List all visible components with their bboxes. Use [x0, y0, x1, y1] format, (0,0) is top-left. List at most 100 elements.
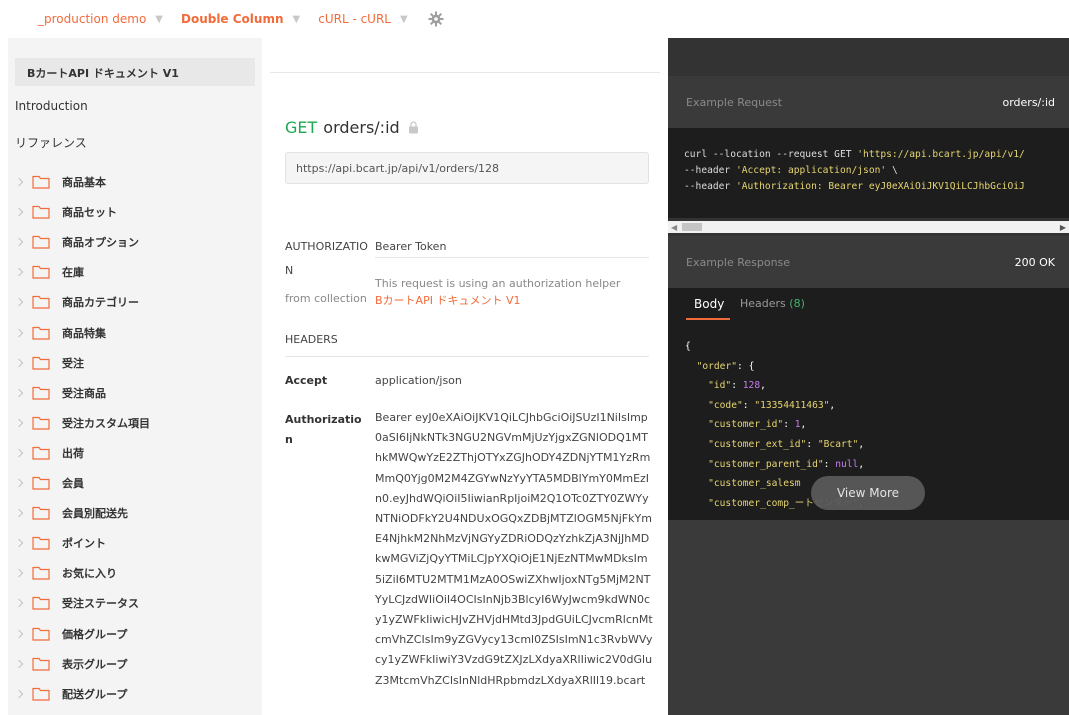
tab-headers[interactable]: Headers (8)	[740, 297, 805, 310]
lock-icon	[408, 121, 418, 134]
sidebar-folder-label: 商品特集	[62, 326, 106, 340]
divider	[270, 72, 660, 73]
scrollbar-thumb[interactable]	[682, 223, 702, 231]
active-tab-indicator	[686, 318, 730, 320]
code-line: --header 'Accept: application/json' \	[684, 165, 898, 176]
header-value-authorization: Bearer eyJ0eXAiOiJKV1QiLCJhbGciOiJSUzI1N…	[375, 411, 653, 687]
sidebar-folder[interactable]: 商品基本	[14, 172, 106, 192]
sidebar-folder[interactable]: 受注	[14, 353, 84, 373]
header-key-accept: Accept	[285, 374, 328, 387]
layout-dropdown[interactable]: Double Column ▼	[181, 12, 300, 26]
sidebar-folder-label: 配送グループ	[62, 687, 128, 701]
chevron-right-icon[interactable]	[14, 237, 24, 247]
sidebar-folder[interactable]: 在庫	[14, 262, 84, 282]
folder-icon	[32, 687, 50, 701]
json-line: "code": "13354411463",	[708, 399, 836, 411]
folder-icon	[32, 175, 50, 189]
chevron-right-icon[interactable]	[14, 508, 24, 518]
folder-icon	[32, 596, 50, 610]
scroll-left-icon[interactable]: ◀	[671, 223, 677, 232]
sidebar-folder-label: 出荷	[62, 446, 84, 460]
sidebar-folder[interactable]: 受注商品	[14, 383, 106, 403]
sidebar-folder[interactable]: 会員	[14, 473, 84, 493]
folder-icon	[32, 295, 50, 309]
chevron-right-icon[interactable]	[14, 478, 24, 488]
json-line: "customer_parent_id": null,	[708, 458, 865, 470]
folder-icon	[32, 356, 50, 370]
json-line: "customer_ext_id": "Bcart",	[708, 438, 865, 450]
folder-icon	[32, 326, 50, 340]
chevron-right-icon[interactable]	[14, 177, 24, 187]
chevron-right-icon[interactable]	[14, 599, 24, 608]
top-bar: _production demo ▼ Double Column ▼ cURL …	[0, 0, 1069, 38]
chevron-right-icon[interactable]	[14, 418, 24, 428]
chevron-down-icon: ▼	[155, 13, 163, 25]
json-line: "id": 128,	[708, 380, 766, 392]
example-request-code[interactable]: curl --location --request GET 'https://a…	[668, 128, 1069, 218]
json-line: {	[685, 341, 691, 352]
chevron-right-icon[interactable]	[14, 689, 24, 698]
folder-icon	[32, 657, 50, 671]
chevron-right-icon[interactable]	[14, 358, 24, 367]
sidebar-title[interactable]: BカートAPI ドキュメント V1	[15, 58, 255, 86]
chevron-right-icon[interactable]	[14, 298, 24, 307]
header-key-authorization: Authorization	[285, 413, 362, 446]
sidebar-folder[interactable]: 商品オプション	[14, 232, 139, 252]
sidebar-folder-label: 受注カスタム項目	[62, 416, 150, 430]
folder-icon	[32, 566, 50, 580]
sidebar-folder[interactable]: ポイント	[14, 533, 106, 553]
gear-icon[interactable]	[428, 11, 444, 27]
chevron-right-icon[interactable]	[14, 569, 24, 578]
language-label: cURL - cURL	[318, 12, 391, 26]
folder-icon	[32, 446, 50, 460]
chevron-right-icon[interactable]	[14, 268, 24, 277]
folder-icon	[32, 476, 50, 490]
sidebar-folder[interactable]: 商品特集	[14, 323, 106, 343]
example-response-label: Example Response	[686, 255, 791, 269]
scroll-right-icon[interactable]: ▶	[1060, 223, 1066, 232]
sidebar-folder-label: 受注ステータス	[62, 597, 139, 611]
horizontal-scrollbar[interactable]: ◀ ▶	[668, 221, 1069, 233]
sidebar-folder[interactable]: 受注ステータス	[14, 593, 139, 613]
sidebar-folder[interactable]: 表示グループ	[14, 654, 127, 674]
request-title: GET orders/:id	[285, 118, 419, 137]
header-value-accept: application/json	[375, 374, 462, 387]
response-status: 200 OK	[1014, 255, 1055, 269]
json-line: "order": {	[696, 360, 755, 372]
collection-link[interactable]: BカートAPI ドキュメント V1	[375, 292, 520, 308]
sidebar-item-introduction[interactable]: Introduction	[15, 99, 88, 113]
sidebar-item-reference[interactable]: リファレンス	[15, 134, 87, 151]
sidebar-folder[interactable]: 配送グループ	[14, 684, 128, 704]
sidebar-folder-label: 受注	[62, 356, 84, 370]
response-tabs: Body Headers (8)	[668, 288, 1069, 324]
sidebar-folder[interactable]: 価格グループ	[14, 624, 127, 644]
sidebar-folder-label: お気に入り	[62, 567, 117, 581]
workspace-dropdown[interactable]: _production demo ▼	[38, 12, 163, 26]
tab-body[interactable]: Body	[694, 297, 724, 311]
folder-icon	[32, 205, 50, 219]
divider	[375, 257, 649, 258]
chevron-right-icon[interactable]	[14, 448, 24, 458]
chevron-right-icon[interactable]	[14, 388, 24, 397]
sidebar-folder[interactable]: 会員別配送先	[14, 503, 128, 523]
chevron-down-icon: ▼	[400, 13, 408, 25]
sidebar-folder[interactable]: お気に入り	[14, 563, 117, 583]
view-more-button[interactable]: View More	[811, 476, 925, 510]
sidebar-folder[interactable]: 出荷	[14, 443, 84, 463]
chevron-right-icon[interactable]	[14, 659, 24, 668]
chevron-right-icon[interactable]	[14, 538, 24, 548]
json-line: "customer_id": 1,	[708, 419, 807, 431]
chevron-right-icon[interactable]	[14, 328, 24, 337]
folder-icon	[32, 416, 50, 430]
sidebar-folder[interactable]: 商品カテゴリー	[14, 292, 139, 312]
auth-type: Bearer Token	[375, 240, 447, 253]
folder-icon	[32, 506, 50, 520]
chevron-right-icon[interactable]	[14, 207, 24, 217]
sidebar-folder-label: 商品基本	[62, 176, 106, 189]
sidebar-folder[interactable]: 受注カスタム項目	[14, 413, 150, 433]
chevron-right-icon[interactable]	[14, 629, 24, 638]
sidebar-folder-label: 会員別配送先	[62, 507, 128, 521]
language-dropdown[interactable]: cURL - cURL ▼	[318, 12, 407, 26]
request-url[interactable]: https://api.bcart.jp/api/v1/orders/128	[285, 152, 649, 184]
sidebar-folder[interactable]: 商品セット	[14, 202, 117, 222]
